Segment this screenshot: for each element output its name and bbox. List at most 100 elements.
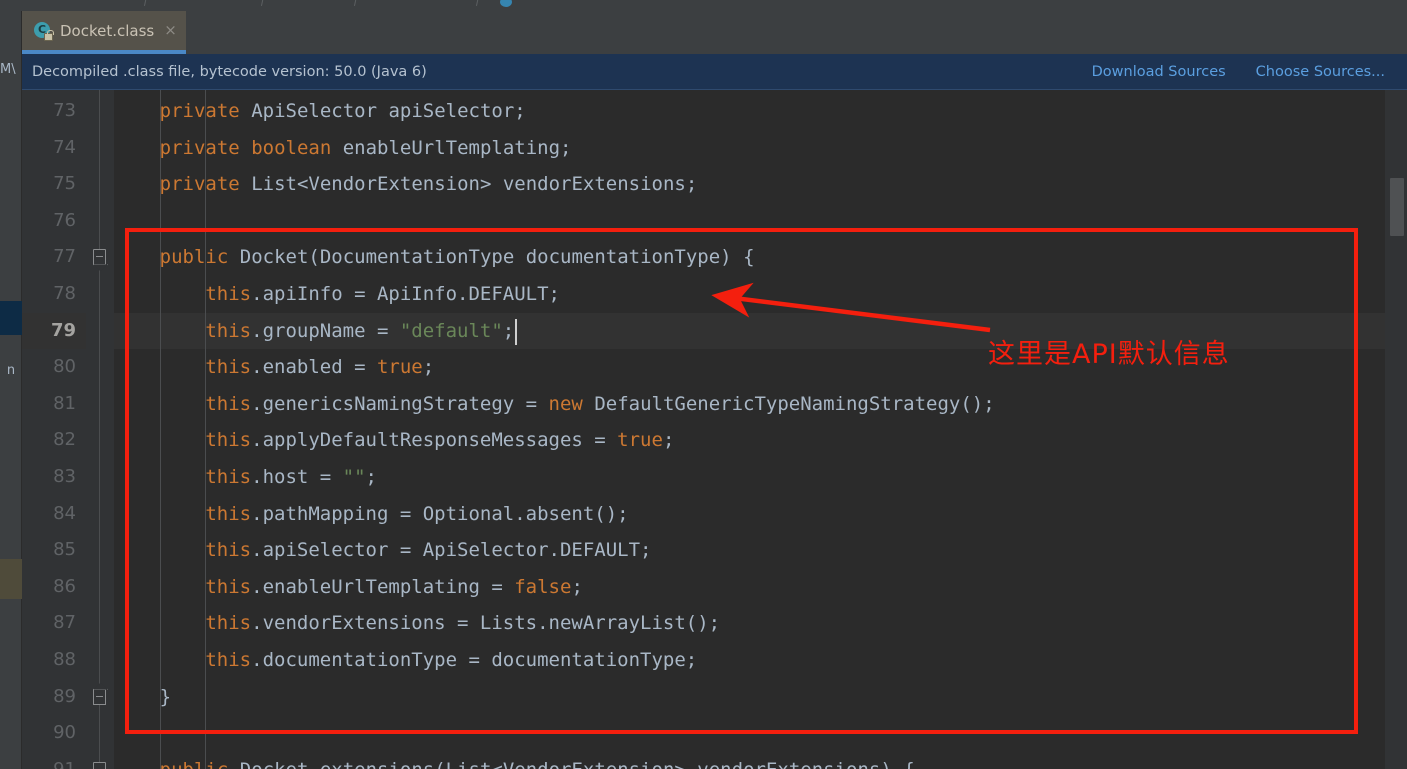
code-line-text: } bbox=[159, 685, 172, 708]
gutter-row: 88 bbox=[22, 642, 86, 679]
gutter-row: 80 bbox=[22, 349, 86, 386]
code-line-text: public Docket extensions(List<VendorExte… bbox=[160, 752, 915, 769]
folding-guide-line bbox=[99, 90, 100, 769]
code-line-text: this.enableUrlTemplating = false; bbox=[205, 575, 583, 598]
line-number: 81 bbox=[53, 392, 76, 414]
gutter-row: 78 bbox=[22, 276, 86, 313]
gutter-row: 83 bbox=[22, 459, 86, 496]
code-line[interactable]: this.host = ""; bbox=[114, 459, 1385, 496]
gutter-row: 77 bbox=[22, 239, 86, 276]
gutter-row: 74 bbox=[22, 130, 86, 167]
editor-tab-docket-class[interactable]: C Docket.class × bbox=[22, 11, 186, 50]
code-line-text: this.vendorExtensions = Lists.newArrayLi… bbox=[205, 612, 721, 635]
code-folding-column[interactable] bbox=[86, 90, 114, 769]
line-number: 91 bbox=[53, 752, 76, 769]
code-line[interactable]: public Docket extensions(List<VendorExte… bbox=[114, 752, 1385, 769]
java-class-icon: C bbox=[34, 21, 54, 41]
code-line-text: this.host = ""; bbox=[205, 466, 377, 488]
code-line-text: this.groupName = "default"; bbox=[205, 319, 515, 342]
line-number: 77 bbox=[53, 246, 76, 268]
line-number: 84 bbox=[53, 502, 76, 524]
code-line[interactable]: private List<VendorExtension> vendorExte… bbox=[114, 166, 1385, 203]
line-number: 78 bbox=[53, 283, 76, 304]
gutter-row: 90 bbox=[22, 715, 86, 752]
line-number: 86 bbox=[53, 575, 76, 597]
gutter-row: 89 bbox=[22, 679, 86, 716]
left-tool-strip[interactable]: M\ n bbox=[0, 11, 22, 769]
code-line-text: private List<VendorExtension> vendorExte… bbox=[159, 173, 698, 196]
gutter-row: 91 bbox=[22, 752, 86, 769]
gutter-row: 75 bbox=[22, 166, 86, 203]
fold-end-icon[interactable] bbox=[93, 688, 106, 705]
code-line-text: this.applyDefaultResponseMessages = true… bbox=[205, 429, 675, 452]
left-strip-highlight[interactable] bbox=[0, 301, 22, 335]
code-line[interactable]: this.enableUrlTemplating = false; bbox=[114, 569, 1385, 606]
fold-collapse-icon[interactable] bbox=[93, 249, 106, 266]
line-number: 75 bbox=[53, 173, 76, 195]
gutter-row: 82 bbox=[22, 422, 86, 459]
top-toolbar-sliver bbox=[0, 0, 1407, 11]
text-caret bbox=[514, 318, 517, 345]
code-line-text: this.apiSelector = ApiSelector.DEFAULT; bbox=[205, 539, 652, 562]
code-line-text: this.enabled = true; bbox=[205, 356, 435, 379]
line-number-gutter[interactable]: 73 74 75 76 77 78 79 80 81 82 83 84 85 86 87 88 89 90 91 bbox=[22, 90, 86, 769]
code-line[interactable] bbox=[114, 715, 1385, 752]
editor-tab-bar: C Docket.class × bbox=[22, 11, 1407, 54]
code-line[interactable]: this.apiSelector = ApiSelector.DEFAULT; bbox=[114, 532, 1385, 569]
code-line[interactable]: this.vendorExtensions = Lists.newArrayLi… bbox=[114, 605, 1385, 642]
fold-collapse-icon[interactable] bbox=[93, 761, 106, 769]
gutter-row: 84 bbox=[22, 496, 86, 533]
vertical-scrollbar-thumb[interactable] bbox=[1390, 178, 1404, 236]
line-number: 88 bbox=[53, 649, 76, 670]
line-number: 74 bbox=[53, 136, 76, 158]
left-strip-active-tool[interactable] bbox=[0, 559, 22, 599]
code-line[interactable]: } bbox=[114, 679, 1385, 716]
line-number: 90 bbox=[53, 722, 76, 744]
line-number: 82 bbox=[53, 429, 76, 451]
code-line-text: this.apiInfo = ApiInfo.DEFAULT; bbox=[205, 283, 560, 305]
indent-guide bbox=[205, 90, 207, 769]
gutter-row: 76 bbox=[22, 203, 86, 240]
code-text-area[interactable]: private ApiSelector apiSelector; private … bbox=[114, 90, 1385, 769]
annotation-note-text: 这里是API默认信息 bbox=[988, 339, 1230, 370]
gutter-row: 86 bbox=[22, 569, 86, 606]
gutter-row: 81 bbox=[22, 386, 86, 423]
left-strip-vertical-label: n bbox=[6, 363, 16, 378]
indent-guide bbox=[159, 90, 161, 769]
notification-actions: Download Sources Choose Sources... bbox=[1092, 64, 1407, 80]
code-line[interactable]: private ApiSelector apiSelector; bbox=[114, 93, 1385, 130]
code-line-text: private ApiSelector apiSelector; bbox=[159, 100, 526, 122]
decompiled-notification-bar: Decompiled .class file, bytecode version… bbox=[22, 54, 1407, 90]
line-number: 83 bbox=[53, 466, 76, 487]
line-number: 76 bbox=[53, 209, 76, 231]
code-line[interactable]: this.pathMapping = Optional.absent(); bbox=[114, 496, 1385, 533]
line-number: 89 bbox=[53, 685, 76, 707]
code-line[interactable]: this.documentationType = documentationTy… bbox=[114, 642, 1385, 679]
download-sources-link[interactable]: Download Sources bbox=[1092, 64, 1226, 80]
code-line-text: public Docket(DocumentationType document… bbox=[159, 246, 755, 269]
editor-tab-label: Docket.class bbox=[60, 21, 155, 40]
toolbar-icon bbox=[500, 0, 512, 7]
line-number: 79 bbox=[50, 319, 76, 341]
code-line-text: this.pathMapping = Optional.absent(); bbox=[205, 502, 629, 525]
gutter-row: 73 bbox=[22, 93, 86, 130]
code-editor[interactable]: 73 74 75 76 77 78 79 80 81 82 83 84 85 86 87 88 89 90 91 p… bbox=[22, 90, 1407, 769]
code-line[interactable]: this.applyDefaultResponseMessages = true… bbox=[114, 422, 1385, 459]
code-line[interactable]: private boolean enableUrlTemplating; bbox=[114, 130, 1385, 167]
line-number: 87 bbox=[53, 612, 76, 634]
line-number: 73 bbox=[53, 100, 76, 121]
vertical-scrollbar-track[interactable] bbox=[1385, 90, 1407, 769]
gutter-row: 79 bbox=[22, 312, 86, 350]
code-line-text: private boolean enableUrlTemplating; bbox=[159, 136, 572, 159]
code-line[interactable]: this.genericsNamingStrategy = new Defaul… bbox=[114, 386, 1385, 423]
lock-icon bbox=[44, 29, 54, 41]
code-line-text: this.documentationType = documentationTy… bbox=[205, 649, 698, 671]
code-line[interactable]: this.apiInfo = ApiInfo.DEFAULT; bbox=[114, 276, 1385, 313]
code-line[interactable] bbox=[114, 203, 1385, 240]
code-line[interactable]: public Docket(DocumentationType document… bbox=[114, 239, 1385, 276]
gutter-row: 85 bbox=[22, 532, 86, 569]
close-icon[interactable]: × bbox=[164, 23, 177, 38]
line-number: 80 bbox=[53, 356, 76, 378]
choose-sources-link[interactable]: Choose Sources... bbox=[1256, 64, 1385, 80]
gutter-row: 87 bbox=[22, 605, 86, 642]
